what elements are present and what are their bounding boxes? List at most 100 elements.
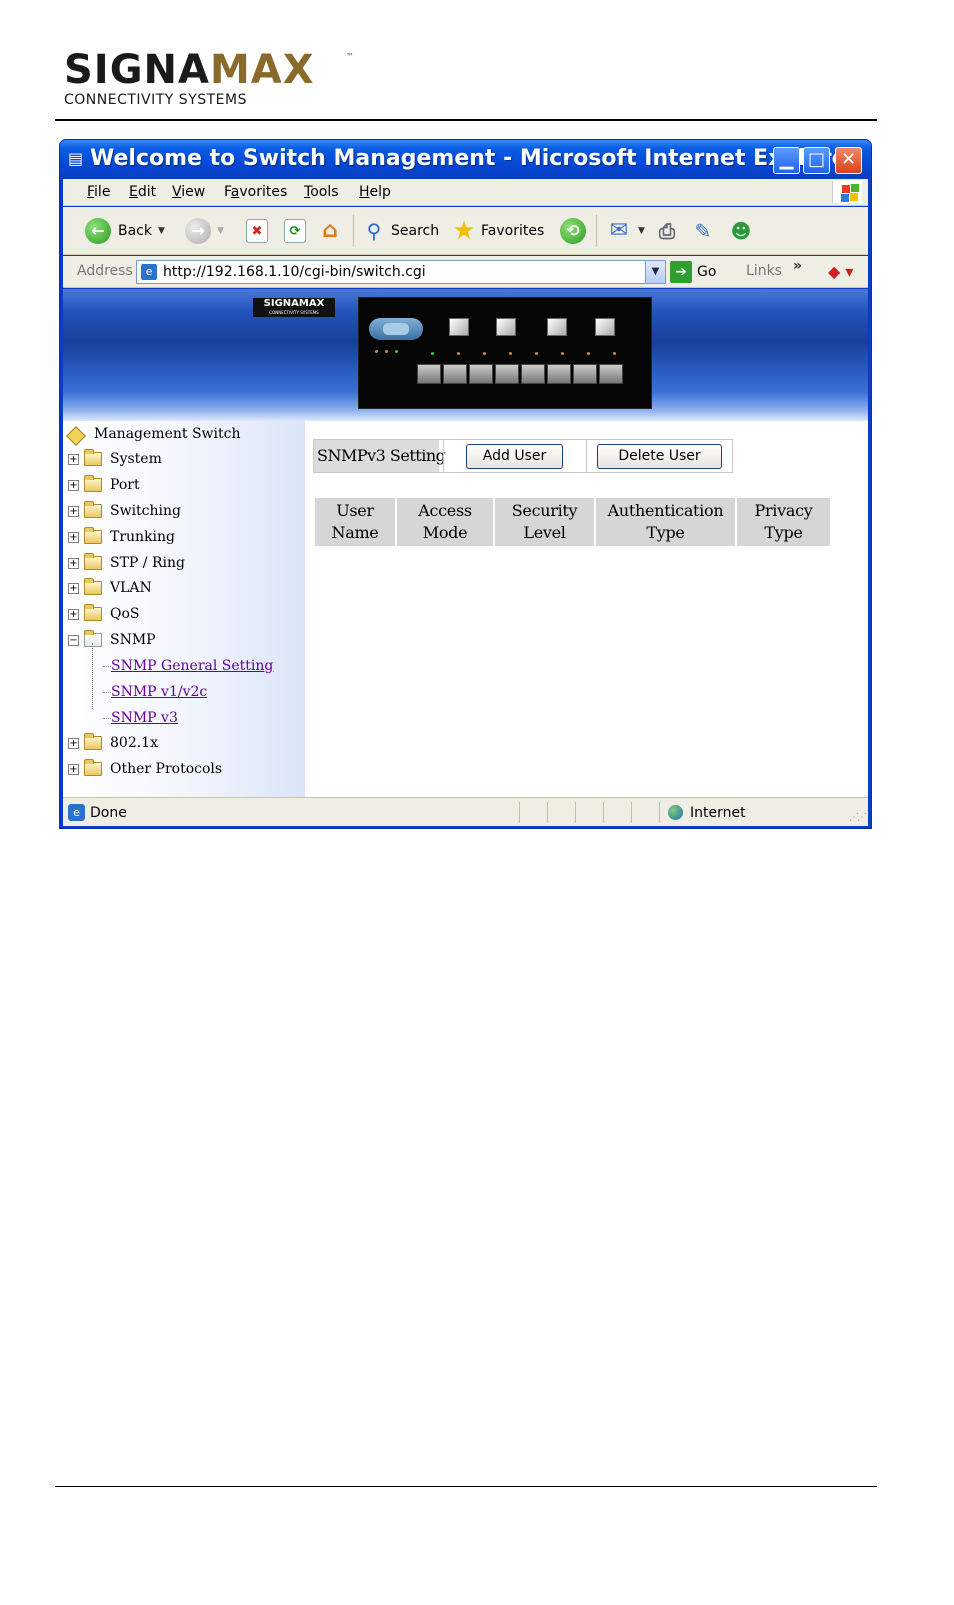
resize-grip-icon[interactable]: ⋰⋰ <box>849 812 867 823</box>
ethernet-port-icon <box>599 364 623 384</box>
column-header-privacy-type: Privacy Type <box>737 498 830 546</box>
mail-button[interactable]: ✉ ▼ <box>606 217 645 245</box>
delete-user-button[interactable]: Delete User <box>597 444 722 469</box>
tree-root[interactable]: Management Switch <box>67 425 240 443</box>
tree-item-switching[interactable]: + Switching <box>68 501 181 521</box>
snmpv3-setting-label: SNMPv3 Setting <box>314 440 446 472</box>
messenger-icon: ☻ <box>730 219 752 243</box>
add-user-button[interactable]: Add User <box>466 444 563 469</box>
expand-plus-icon[interactable]: + <box>68 737 79 749</box>
folder-icon <box>84 578 102 595</box>
tree-item-qos[interactable]: + QoS <box>68 604 140 624</box>
tree-item-label: Trunking <box>110 529 176 545</box>
collapse-minus-icon[interactable]: − <box>68 634 79 646</box>
header-line: Level <box>523 523 566 542</box>
page-icon: e <box>141 264 157 280</box>
print-icon: ⎙ <box>659 219 675 243</box>
logo-subtitle: CONNECTIVITY SYSTEMS <box>64 92 247 108</box>
address-bar: Address e http://192.168.1.10/cgi-bin/sw… <box>63 256 868 288</box>
ethernet-port-icon <box>521 364 545 384</box>
menu-edit[interactable]: Edit <box>129 184 156 200</box>
go-button[interactable]: Go <box>697 264 716 280</box>
expand-plus-icon[interactable]: + <box>68 608 79 620</box>
menu-favorites[interactable]: Favorites <box>224 184 287 200</box>
status-led-icon <box>431 352 434 355</box>
back-arrow-icon: ← <box>85 218 111 244</box>
tree-item-system[interactable]: + System <box>68 449 162 469</box>
expand-plus-icon[interactable]: + <box>68 531 79 543</box>
table-header-row: User Name Access Mode Security Level Authen… <box>315 498 830 546</box>
status-led-icon <box>587 352 590 355</box>
refresh-button[interactable]: ⟳ <box>284 217 306 245</box>
tree-item-8021x[interactable]: +802.1x <box>68 733 158 753</box>
status-divider <box>519 802 520 823</box>
column-header-security-level: Security Level <box>495 498 594 546</box>
expand-plus-icon[interactable]: + <box>68 453 79 465</box>
search-button[interactable]: ⚲ Search <box>361 217 439 245</box>
tree-item-port[interactable]: + Port <box>68 475 140 495</box>
snmpv3-setting-bar: SNMPv3 Setting Add User Delete User <box>313 439 733 473</box>
expand-plus-icon[interactable]: + <box>68 505 79 517</box>
mail-dropdown-icon[interactable]: ▼ <box>638 226 645 236</box>
edit-button[interactable]: ✎ <box>690 217 716 245</box>
stop-button[interactable]: ✖ <box>246 217 268 245</box>
favorites-button[interactable]: ★ Favorites <box>451 217 544 245</box>
links-more-icon[interactable]: » <box>793 258 802 274</box>
history-button[interactable]: ⟲ <box>560 217 586 245</box>
toolbar-extension-icon[interactable]: ◆ ▾ <box>828 262 853 281</box>
go-arrow-icon[interactable]: ➔ <box>670 261 692 283</box>
navigation-tree: Management Switch + System + Port + Switchi… <box>63 421 305 797</box>
tree-item-other-protocols[interactable]: + Other Protocols <box>68 759 222 779</box>
back-dropdown-icon[interactable]: ▼ <box>158 226 165 236</box>
internet-zone-globe-icon <box>668 805 683 820</box>
signamax-logo: SIGNAMAX ™ CONNECTIVITY SYSTEMS <box>64 50 364 110</box>
links-label[interactable]: Links <box>746 263 782 279</box>
sfp-port-icon <box>496 318 516 336</box>
tree-link-label: SNMP v3 <box>111 710 178 726</box>
menu-tools[interactable]: Tools <box>304 184 339 200</box>
status-text: Done <box>90 805 127 821</box>
messenger-button[interactable]: ☻ <box>728 217 754 245</box>
status-led-icon <box>509 352 512 355</box>
back-button[interactable]: ← Back ▼ <box>85 217 165 245</box>
minimize-button[interactable]: ▁ <box>773 147 800 174</box>
menu-help[interactable]: Help <box>359 184 391 200</box>
banner-logo-text: SIGNAMAX <box>263 298 325 309</box>
tree-item-trunking[interactable]: + Trunking <box>68 527 175 547</box>
tree-link-snmp-v1v2c[interactable]: SNMP v1/v2c <box>103 682 207 702</box>
tree-item-stp-ring[interactable]: + STP / Ring <box>68 553 185 573</box>
menu-view[interactable]: View <box>172 184 205 200</box>
home-icon: ⌂ <box>322 218 338 243</box>
menu-bar: File Edit View Favorites Tools Help <box>63 179 868 206</box>
tree-link-label: SNMP v1/v2c <box>111 684 208 700</box>
status-led-icon <box>385 350 388 353</box>
home-button[interactable]: ⌂ <box>317 217 343 245</box>
tree-link-snmp-general-setting[interactable]: SNMP General Setting <box>103 656 273 676</box>
title-bar[interactable]: ▤ Welcome to Switch Management - Microso… <box>60 140 871 179</box>
expand-plus-icon[interactable]: + <box>68 763 79 775</box>
address-dropdown-icon[interactable]: ▼ <box>645 261 665 283</box>
header-line: Mode <box>422 523 468 542</box>
maximize-button[interactable]: □ <box>803 147 830 174</box>
column-header-access-mode: Access Mode <box>397 498 493 546</box>
tree-item-snmp[interactable]: − SNMP <box>68 630 156 650</box>
print-button[interactable]: ⎙ <box>654 217 680 245</box>
expand-plus-icon[interactable]: + <box>68 557 79 569</box>
address-label: Address <box>77 263 133 279</box>
forward-button[interactable]: → ▼ <box>185 217 224 245</box>
expand-plus-icon[interactable]: + <box>68 479 79 491</box>
status-divider <box>547 802 548 823</box>
close-button[interactable]: ✕ <box>835 147 862 174</box>
tree-connector <box>103 691 111 693</box>
address-input[interactable]: e http://192.168.1.10/cgi-bin/switch.cgi… <box>136 260 666 284</box>
favorites-label: Favorites <box>481 223 545 239</box>
footer-rule <box>55 1486 877 1487</box>
tree-link-snmp-v3[interactable]: SNMP v3 <box>103 708 178 728</box>
forward-dropdown-icon[interactable]: ▼ <box>217 226 224 236</box>
ethernet-port-icon <box>443 364 467 384</box>
stop-icon: ✖ <box>246 219 268 243</box>
switch-banner: SIGNAMAX CONNECTIVITY SYSTEMS <box>63 289 868 421</box>
tree-item-vlan[interactable]: + VLAN <box>68 578 152 598</box>
menu-file[interactable]: File <box>87 184 110 200</box>
expand-plus-icon[interactable]: + <box>68 582 79 594</box>
